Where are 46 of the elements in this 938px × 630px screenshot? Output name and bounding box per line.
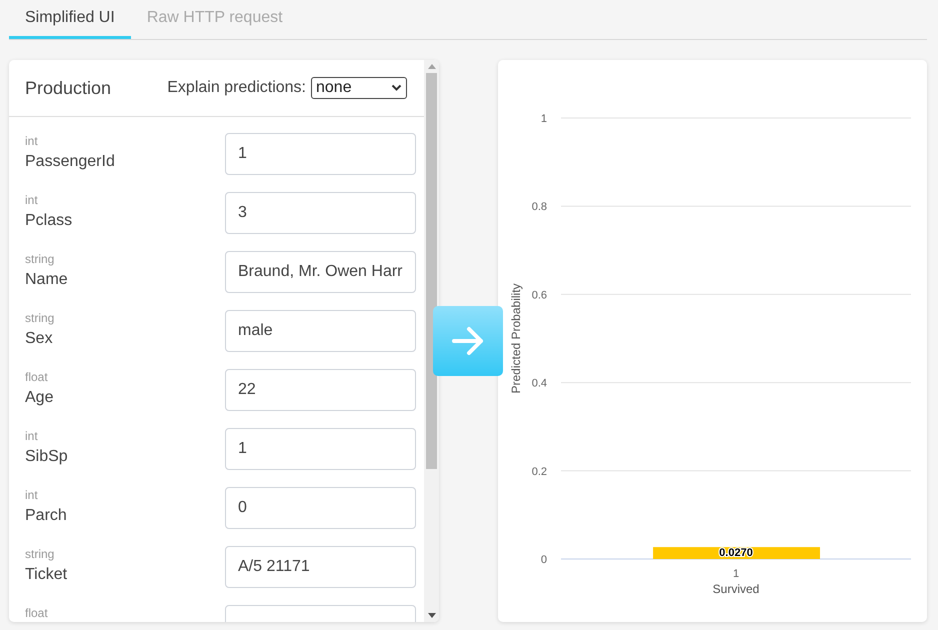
y-tick-label: 1 xyxy=(540,113,547,125)
field-type: float xyxy=(25,606,48,620)
predict-button[interactable] xyxy=(433,306,503,376)
field-type: int xyxy=(25,193,39,207)
input-field[interactable]: 1 xyxy=(225,133,416,175)
arrow-right-icon xyxy=(451,326,485,356)
field-label: Parch xyxy=(25,507,67,525)
x-tick-label: 1 xyxy=(732,568,740,580)
explain-label: Explain predictions: xyxy=(167,79,306,97)
field-type: float xyxy=(25,370,49,384)
scroll-down-icon xyxy=(428,613,436,618)
y-tick-label: 0.4 xyxy=(532,378,547,390)
field-label: Name xyxy=(25,271,68,289)
input-field[interactable]: A/5 21171 xyxy=(225,546,416,588)
scrollbar[interactable] xyxy=(424,60,439,622)
field-label: Ticket xyxy=(25,566,68,584)
y-axis-title: Predicted Probability xyxy=(509,283,523,394)
scroll-up-icon xyxy=(428,64,436,69)
y-tick-label: 0.2 xyxy=(532,466,547,478)
field-type: int xyxy=(25,488,39,502)
input-field[interactable]: 1 xyxy=(225,428,416,470)
y-tick-label: 0.6 xyxy=(532,289,547,302)
input-field[interactable]: 22 xyxy=(225,369,416,411)
x-axis-title: Survived xyxy=(712,582,760,596)
input-field[interactable]: male xyxy=(225,310,416,352)
field-type: string xyxy=(25,311,54,325)
bar-value-label: 0.0270 xyxy=(719,547,753,560)
field-type: string xyxy=(25,547,56,561)
tab[interactable]: Simplified UI xyxy=(9,0,131,39)
scrollbar-thumb[interactable] xyxy=(426,73,437,469)
chevron-icon xyxy=(391,84,402,92)
explain-dropdown[interactable]: none xyxy=(311,77,407,99)
field-label: SibSp xyxy=(25,448,68,466)
panel-title: Production xyxy=(25,78,112,98)
field-label: Age xyxy=(25,389,54,407)
field-label: Pclass xyxy=(25,212,72,230)
y-tick-label: 0.8 xyxy=(532,201,547,214)
field-label: PassengerId xyxy=(25,153,115,171)
field-type: string xyxy=(25,252,56,266)
field-label: Sex xyxy=(25,330,54,348)
input-field[interactable]: 3 xyxy=(225,192,416,234)
input-field[interactable]: Braund, Mr. Owen Harr xyxy=(225,251,416,293)
field-type: int xyxy=(25,134,39,148)
input-field[interactable]: 0 xyxy=(225,487,416,529)
field-type: int xyxy=(25,429,39,443)
y-tick-label: 0 xyxy=(540,554,547,566)
